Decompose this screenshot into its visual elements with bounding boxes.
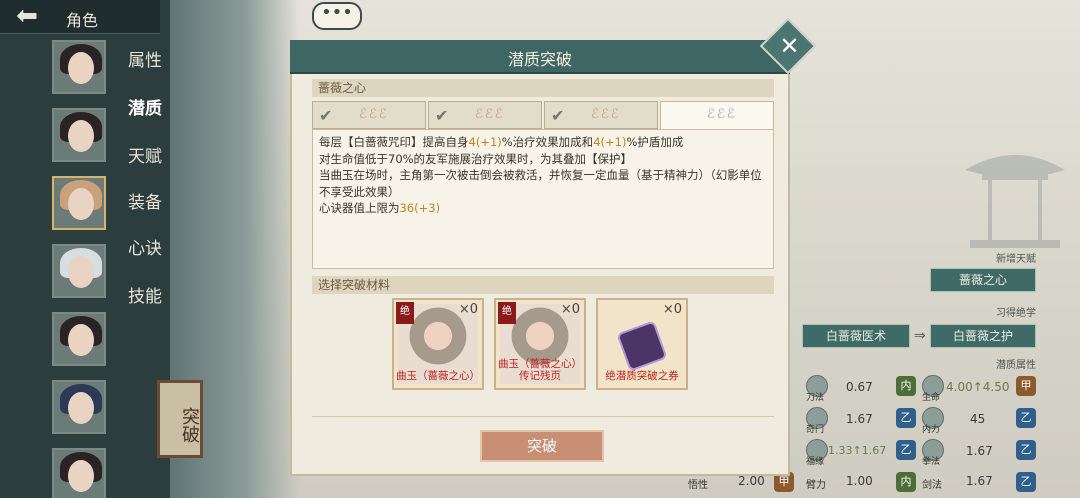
stage-sigil-icon: ℰℰℰ	[707, 107, 737, 122]
menu-talent[interactable]: 天赋	[128, 142, 162, 167]
menu-skills[interactable]: 技能	[128, 282, 162, 307]
modal-header: 潜质突破	[290, 40, 790, 74]
check-icon: ✔	[319, 106, 333, 125]
divider	[312, 416, 774, 417]
material-count: ×0	[662, 302, 682, 317]
character-sidebar: ⬅ 角色 属性 潜质 天赋 装备 心诀 技能	[0, 0, 170, 498]
menu-equipment[interactable]: 装备	[128, 188, 162, 213]
learn-skill-label: 习得绝学	[996, 308, 1036, 319]
skill-to-button[interactable]: 白蔷薇之护	[930, 324, 1036, 348]
character-avatar-3[interactable]	[52, 176, 106, 230]
stat-row: 悟性 2.00 甲 臂力 1.00 内 剑法 1.67 乙	[688, 468, 1080, 498]
rarity-badge: 绝	[396, 302, 414, 324]
menu-heart-method[interactable]: 心诀	[128, 234, 162, 259]
modal-title: 潜质突破	[507, 50, 572, 69]
stage-sigil-icon: ℰℰℰ	[591, 107, 621, 122]
material-name: 曲玉（蔷薇之心）	[396, 370, 480, 382]
talent-description: 每层【白蔷薇咒印】提高自身4(+1)%治疗效果加成和4(+1)%护盾加成 对生命…	[312, 129, 774, 269]
stage-sigil-icon: ℰℰℰ	[475, 107, 505, 122]
potential-attr-label: 潜质属性	[996, 360, 1036, 371]
stage-sigil-icon: ℰℰℰ	[359, 107, 389, 122]
character-avatar-6[interactable]	[52, 380, 106, 434]
stat-row: 奇门 1.67 乙 内力 45 乙	[790, 404, 1080, 435]
stats-panel: 新增天赋 蔷薇之心 习得绝学 白蔷薇医术 ⇒ 白蔷薇之护 潜质属性 刀法 0.6…	[688, 240, 1080, 498]
new-talent-label: 新增天赋	[996, 254, 1036, 265]
menu-attributes[interactable]: 属性	[128, 46, 162, 71]
new-talent-button[interactable]: 蔷薇之心	[930, 268, 1036, 292]
scroll-icon	[616, 320, 668, 372]
character-avatar-2[interactable]	[52, 108, 106, 162]
breakthrough-sign[interactable]: 突破	[157, 380, 203, 458]
material-slot-2[interactable]: 绝 ×0 曲玉（蔷薇之心）传记残页	[494, 298, 586, 390]
rarity-badge: 绝	[498, 302, 516, 324]
material-count: ×0	[560, 302, 580, 317]
skill-from-button[interactable]: 白蔷薇医术	[802, 324, 910, 348]
chat-bubble-icon[interactable]: •••	[312, 2, 362, 30]
stat-row: 刀法 0.67 内 生命 4.00↑4.50 甲	[790, 372, 1080, 403]
character-avatar-4[interactable]	[52, 244, 106, 298]
breakthrough-modal: 潜质突破 蔷薇之心 ✔ ℰℰℰ ✔ ℰℰℰ ✔ ℰℰℰ ℰℰℰ 每层【白蔷薇咒印…	[290, 40, 790, 476]
breakthrough-button[interactable]: 突破	[480, 430, 604, 462]
menu-potential[interactable]: 潜质	[128, 94, 162, 119]
close-icon: ✕	[779, 32, 800, 60]
talent-section-header: 蔷薇之心	[312, 79, 774, 97]
material-count: ×0	[458, 302, 478, 317]
stat-row: 福缘 1.33↑1.67 乙 拳法 1.67 乙	[790, 436, 1080, 467]
stage-tabs: ✔ ℰℰℰ ✔ ℰℰℰ ✔ ℰℰℰ ℰℰℰ	[312, 101, 774, 131]
stage-tab-4[interactable]: ℰℰℰ	[660, 101, 774, 131]
top-bar: ⬅ 角色	[0, 0, 160, 34]
page-title: 角色	[66, 11, 99, 30]
material-slot-1[interactable]: 绝 ×0 曲玉（蔷薇之心）	[392, 298, 484, 390]
check-icon: ✔	[435, 106, 449, 125]
character-avatar-1[interactable]	[52, 40, 106, 94]
stage-tab-3[interactable]: ✔ ℰℰℰ	[544, 101, 658, 129]
character-avatar-7[interactable]	[52, 448, 106, 498]
material-section-header: 选择突破材料	[312, 276, 774, 294]
desc-line-2: 对生命值低于70%的友军施展治疗效果时，为其叠加【保护】	[319, 151, 633, 166]
stage-tab-2[interactable]: ✔ ℰℰℰ	[428, 101, 542, 129]
back-arrow-icon[interactable]: ⬅	[6, 3, 48, 31]
desc-line-1: 每层【白蔷薇咒印】提高自身4(+1)%治疗效果加成和4(+1)%护盾加成	[319, 135, 684, 149]
material-name: 曲玉（蔷薇之心）传记残页	[498, 358, 582, 382]
stage-tab-1[interactable]: ✔ ℰℰℰ	[312, 101, 426, 129]
desc-line-4: 心诀器值上限为36(+3)	[319, 201, 441, 215]
check-icon: ✔	[551, 106, 565, 125]
character-avatar-5[interactable]	[52, 312, 106, 366]
material-name: 绝潜质突破之券	[605, 370, 679, 382]
arrow-right-icon: ⇒	[914, 328, 926, 344]
material-slot-3[interactable]: ×0 绝潜质突破之券	[596, 298, 688, 390]
desc-line-3: 当曲玉在场时，主角第一次被击倒会被救活，并恢复一定血量（基于精神力）（幻影单位不…	[319, 168, 762, 199]
